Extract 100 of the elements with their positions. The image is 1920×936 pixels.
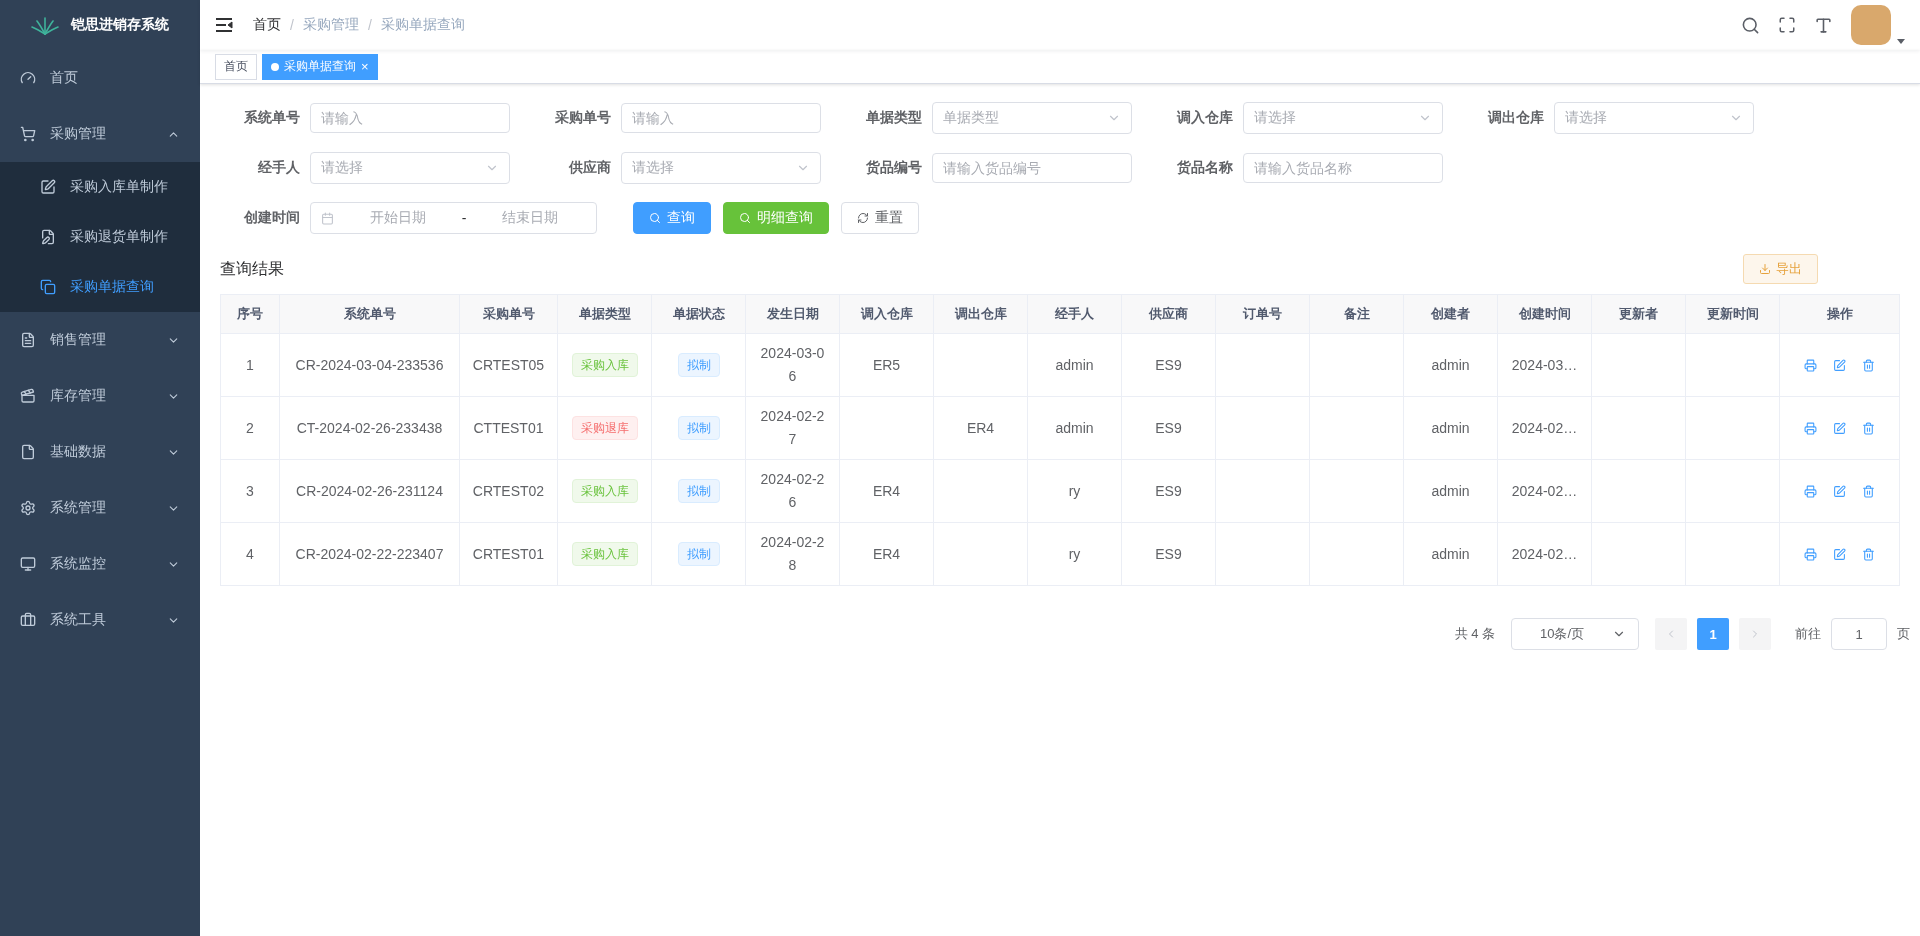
- file-edit-icon: [40, 229, 56, 245]
- settings-icon: [20, 500, 36, 516]
- refresh-icon: [857, 212, 869, 224]
- sidebar-item[interactable]: 首页: [0, 50, 200, 106]
- printer-icon: [1804, 421, 1817, 435]
- print-button[interactable]: [1804, 547, 1817, 561]
- edit-icon: [1833, 358, 1846, 372]
- table-cell: admin: [1027, 396, 1122, 460]
- fullscreen-icon[interactable]: [1778, 16, 1796, 34]
- edit-icon: [1833, 421, 1846, 435]
- column-header: 单据状态: [651, 294, 746, 334]
- delete-button[interactable]: [1862, 547, 1875, 561]
- page-input[interactable]: 1: [1831, 618, 1887, 650]
- text-input[interactable]: 请输入货品编号: [932, 153, 1132, 183]
- sidebar-item[interactable]: 系统工具: [0, 592, 200, 648]
- edit-button[interactable]: [1833, 484, 1846, 498]
- edit-icon: [40, 179, 56, 195]
- print-button[interactable]: [1804, 421, 1817, 435]
- field-label: 货品名称: [1176, 159, 1234, 177]
- gauge-icon: [20, 70, 36, 86]
- sidebar-subitem[interactable]: 采购单据查询: [0, 262, 200, 312]
- search-icon[interactable]: [1741, 15, 1760, 35]
- sidebar-subitem[interactable]: 采购退货单制作: [0, 212, 200, 262]
- sidebar-item[interactable]: 库存管理: [0, 368, 200, 424]
- search-icon: [649, 212, 661, 224]
- active-dot-icon: [271, 62, 279, 71]
- table-cell: 3: [220, 459, 280, 523]
- table-cell: admin: [1403, 396, 1498, 460]
- table-cell: ER5: [839, 333, 934, 397]
- date-range-field[interactable]: 开始日期 - 结束日期: [310, 202, 597, 234]
- avatar-photo-placeholder[interactable]: [1851, 5, 1891, 45]
- table-cell: 4: [220, 522, 280, 586]
- edit-button[interactable]: [1833, 421, 1846, 435]
- page-size-select[interactable]: 10条/页: [1511, 618, 1639, 650]
- font-size-icon[interactable]: [1814, 15, 1833, 35]
- table-cell: admin: [1403, 333, 1498, 397]
- table-cell: CT-2024-02-26-233438: [279, 396, 460, 460]
- breadcrumb-current: 采购单据查询: [380, 16, 465, 34]
- sidebar-subitem[interactable]: 采购入库单制作: [0, 162, 200, 212]
- field-label: 单据类型: [865, 109, 923, 127]
- column-header: 更新时间: [1685, 294, 1780, 334]
- table-cell: ER4: [839, 459, 934, 523]
- cart-icon: [20, 126, 36, 142]
- table-cell: ER4: [933, 396, 1028, 460]
- sidebar-item[interactable]: 系统管理: [0, 480, 200, 536]
- status-tag: 采购退库: [571, 416, 638, 440]
- text-input[interactable]: 请输入货品名称: [1243, 153, 1443, 183]
- table-cell: 2: [220, 396, 280, 460]
- text-input[interactable]: 请输入: [621, 103, 821, 133]
- caret-down-icon[interactable]: [1897, 39, 1905, 45]
- field-label: 货品编号: [865, 159, 923, 177]
- field-label: 调出仓库: [1486, 109, 1545, 127]
- table-cell: 2024-02…: [1497, 459, 1592, 523]
- table-cell: ES9: [1121, 396, 1216, 460]
- trash-icon: [1862, 484, 1875, 498]
- column-header: 调入仓库: [839, 294, 934, 334]
- edit-button[interactable]: [1833, 358, 1846, 372]
- print-button[interactable]: [1804, 358, 1817, 372]
- sidebar-item[interactable]: 采购管理: [0, 106, 200, 162]
- table-cell: ES9: [1121, 459, 1216, 523]
- table-cell: ER4: [839, 522, 934, 586]
- column-header: 系统单号: [279, 294, 460, 334]
- edit-icon: [1833, 484, 1846, 498]
- table-cell: admin: [1403, 459, 1498, 523]
- printer-icon: [1804, 358, 1817, 372]
- column-header: 创建者: [1403, 294, 1498, 334]
- text-input[interactable]: 请输入: [310, 103, 510, 133]
- leaf-logo-icon: [31, 15, 59, 35]
- page-tab[interactable]: 首页: [215, 53, 257, 80]
- reset-button[interactable]: 重置: [841, 202, 919, 234]
- breadcrumb-separator: /: [290, 17, 294, 33]
- column-header: 单据类型: [557, 294, 652, 334]
- status-tag: 拟制: [677, 542, 720, 566]
- delete-button[interactable]: [1862, 358, 1875, 372]
- edit-button[interactable]: [1833, 547, 1846, 561]
- toolbox-icon: [20, 612, 36, 628]
- copy-icon: [40, 279, 56, 295]
- document-icon: [20, 444, 36, 460]
- print-button[interactable]: [1804, 484, 1817, 498]
- sidebar-item[interactable]: 销售管理: [0, 312, 200, 368]
- column-header: 创建时间: [1497, 294, 1592, 334]
- delete-button[interactable]: [1862, 421, 1875, 435]
- sidebar-item[interactable]: 基础数据: [0, 424, 200, 480]
- column-header: 调出仓库: [933, 294, 1028, 334]
- table-cell: 2024-02…: [1497, 396, 1592, 460]
- menu-toggle-icon[interactable]: [215, 17, 233, 33]
- delete-button[interactable]: [1862, 484, 1875, 498]
- field-label: 经手人: [257, 159, 301, 177]
- column-header: 序号: [220, 294, 280, 334]
- calendar-icon: [321, 211, 334, 225]
- field-label: 系统单号: [243, 109, 301, 127]
- column-header: 备注: [1309, 294, 1404, 334]
- sidebar-item[interactable]: 系统监控: [0, 536, 200, 592]
- table-cell: ES9: [1121, 333, 1216, 397]
- status-tag: 采购入库: [571, 479, 638, 503]
- breadcrumb-link[interactable]: 首页: [253, 16, 281, 34]
- column-header: 操作: [1779, 294, 1900, 334]
- table-cell: CTTEST01: [459, 396, 558, 460]
- clapperboard-icon: [20, 388, 36, 404]
- printer-icon: [1804, 547, 1817, 561]
